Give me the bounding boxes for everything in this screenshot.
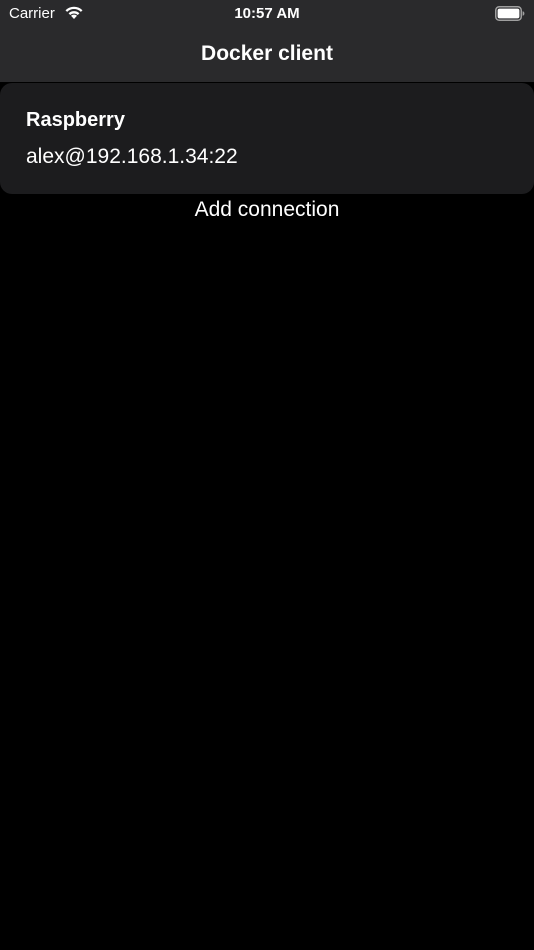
screen: Carrier 10:57 AM Docker client Raspberry… bbox=[0, 0, 534, 950]
add-connection-button[interactable]: Add connection bbox=[0, 196, 534, 224]
top-bar: Carrier 10:57 AM Docker client bbox=[0, 0, 534, 82]
page-title: Docker client bbox=[201, 42, 333, 65]
battery-icon bbox=[495, 6, 525, 21]
connection-card[interactable]: Raspberry alex@192.168.1.34:22 bbox=[0, 83, 534, 194]
status-time: 10:57 AM bbox=[234, 5, 300, 22]
connection-name: Raspberry bbox=[26, 109, 125, 131]
status-bar: Carrier 10:57 AM bbox=[0, 0, 534, 28]
connection-address: alex@192.168.1.34:22 bbox=[26, 145, 238, 168]
